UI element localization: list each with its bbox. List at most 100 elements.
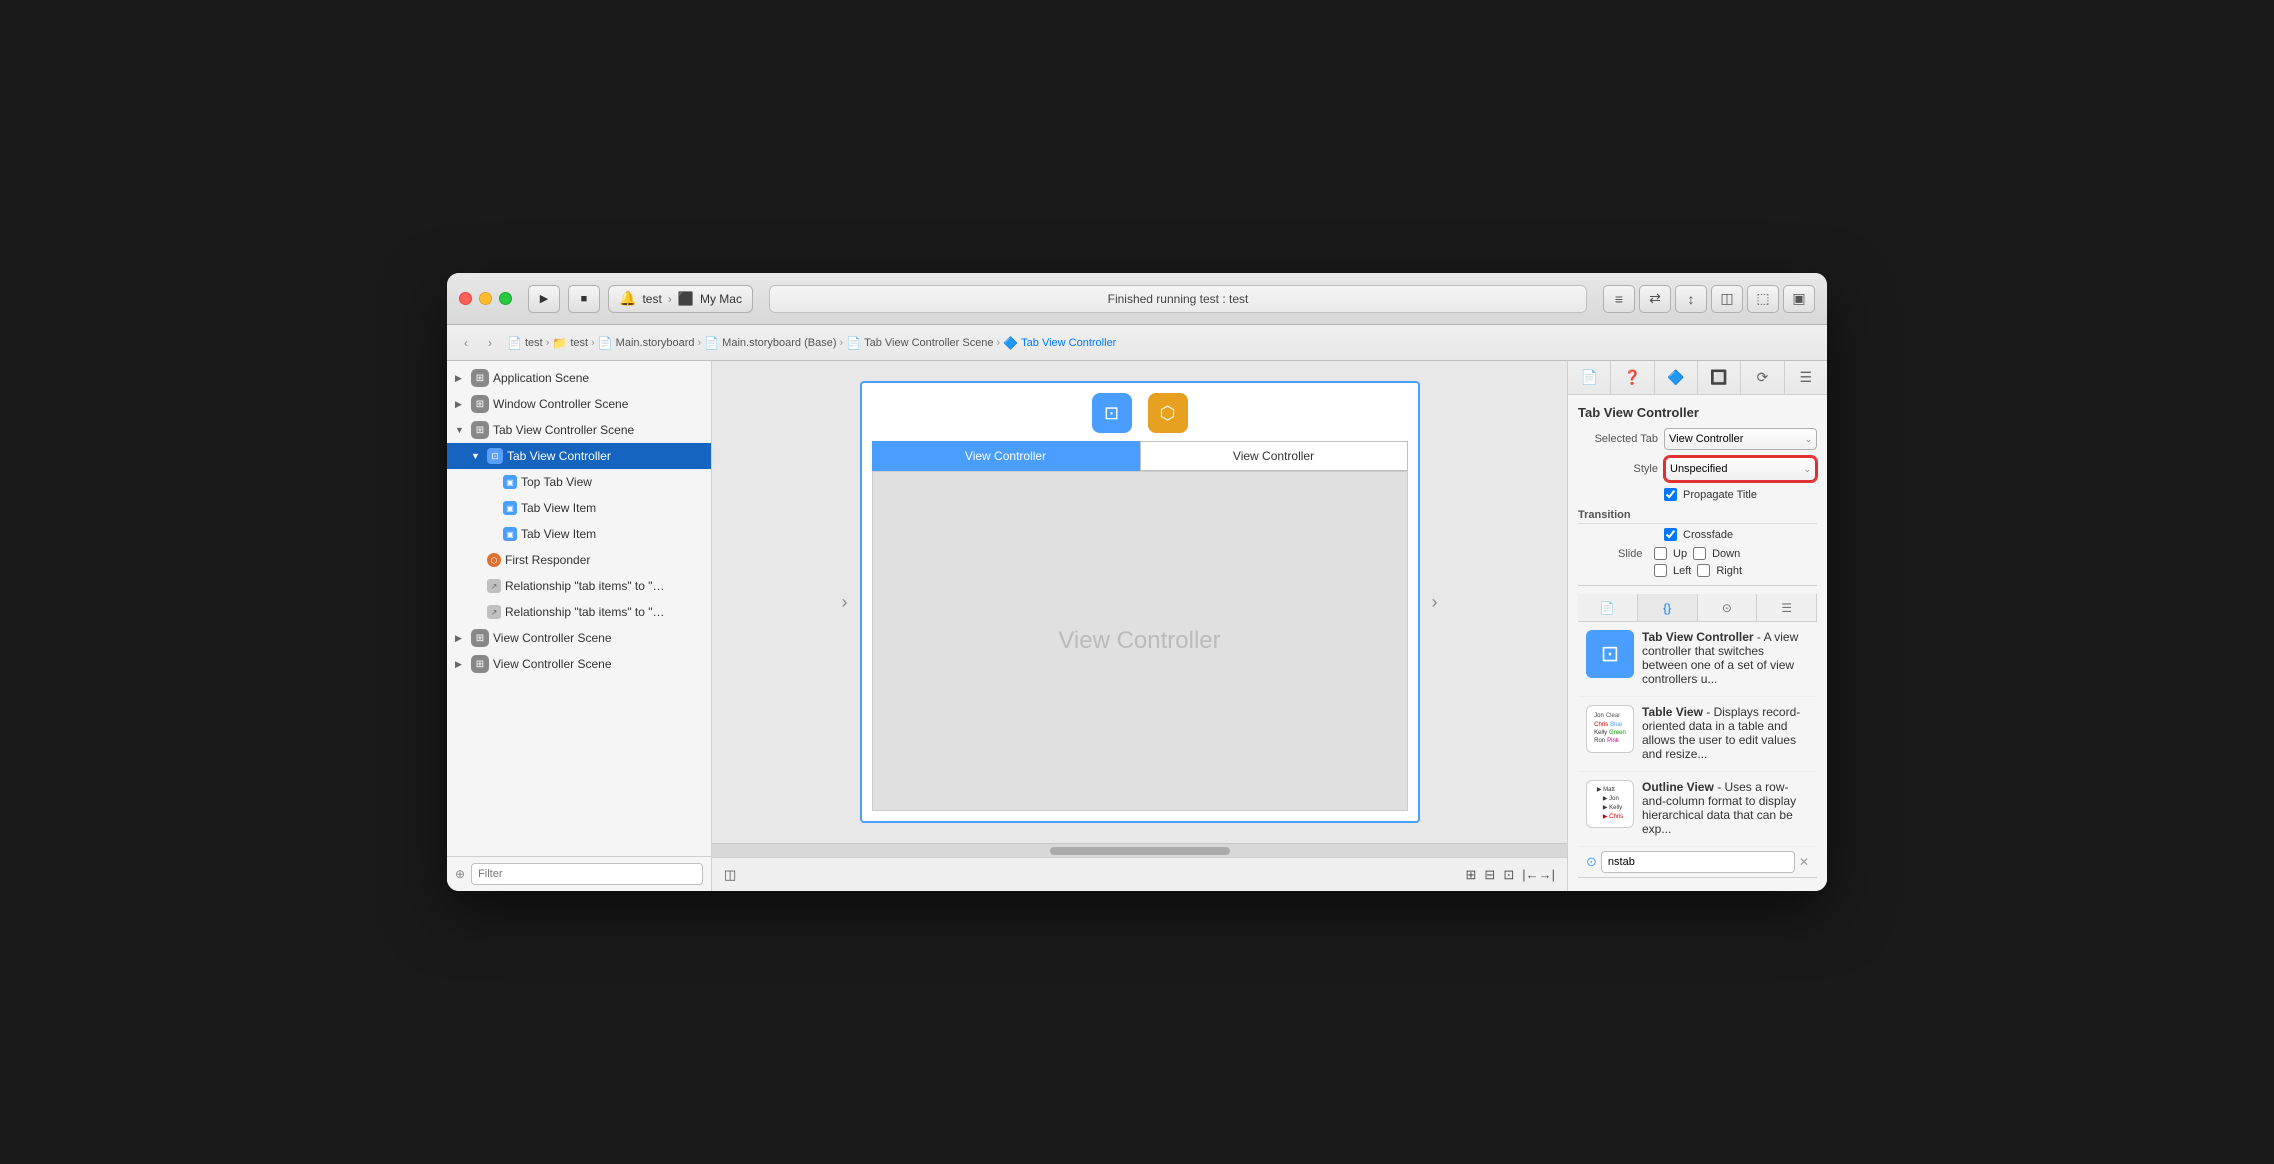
insp-tab-connections[interactable]: ⟳: [1741, 361, 1784, 394]
scheme-selector[interactable]: 🔔 test › ⬛ My Mac: [608, 285, 753, 313]
canvas-scrollbar[interactable]: [712, 843, 1567, 857]
sidebar-item-relationship-2[interactable]: ▶ ↗ Relationship "tab items" to "View...: [447, 599, 711, 625]
breadcrumb-item-0[interactable]: 📄 test: [507, 336, 543, 350]
play-button[interactable]: ▶: [528, 285, 560, 313]
zoom-fit-btn[interactable]: ⊡: [1503, 867, 1514, 883]
editor-standard-button[interactable]: ≡: [1603, 285, 1635, 313]
inspector-title: Tab View Controller: [1578, 405, 1817, 420]
insp-tab-file[interactable]: 📄: [1568, 361, 1611, 394]
propagate-title-checkbox[interactable]: [1664, 488, 1677, 501]
sidebar-item-first-responder[interactable]: ▶ ⬡ First Responder: [447, 547, 711, 573]
scrollbar-thumb[interactable]: [1050, 847, 1230, 855]
sidebar-item-relationship-1[interactable]: ▶ ↗ Relationship "tab items" to "View...: [447, 573, 711, 599]
scene-tab-ctrl-icon[interactable]: ⊡: [1092, 393, 1132, 433]
main-content: ▶ ⊞ Application Scene ▶ ⊞ Window Control…: [447, 361, 1827, 891]
show-document-btn[interactable]: |←→|: [1522, 867, 1555, 883]
rel-icon-1: ↗: [487, 579, 501, 593]
canvas-area: › ⊡ ⬡ View Controller: [712, 361, 1567, 891]
right-checkbox[interactable]: [1697, 564, 1710, 577]
lib-tab-list[interactable]: ☰: [1757, 594, 1817, 621]
style-row: Style Unspecified ⌄: [1578, 456, 1817, 482]
library-search: ⊙ ✕: [1578, 847, 1817, 878]
tab-btn-2[interactable]: View Controller: [1140, 441, 1408, 471]
insp-tab-bindings[interactable]: ☰: [1785, 361, 1827, 394]
down-checkbox[interactable]: [1693, 547, 1706, 560]
style-label: Style: [1578, 463, 1658, 475]
slide-row: Slide Up Down: [1578, 547, 1817, 560]
editor-assistant-button[interactable]: ⇄: [1639, 285, 1671, 313]
insp-tab-attributes[interactable]: 🔷: [1655, 361, 1698, 394]
lib-search-clear[interactable]: ✕: [1799, 855, 1809, 869]
breadcrumb-bar: ‹ › 📄 test › 📁 test › 📄 Main.storyboard …: [447, 325, 1827, 361]
fit-width-btn[interactable]: ⊞: [1466, 867, 1477, 883]
style-select[interactable]: Unspecified ⌄: [1664, 456, 1817, 482]
lib-item-tab-view-ctrl[interactable]: ⊡ Tab View Controller - A view controlle…: [1578, 622, 1817, 697]
breadcrumb-item-5[interactable]: 🔷 Tab View Controller: [1003, 336, 1116, 350]
tab-item-icon-1: ▣: [503, 501, 517, 515]
insp-tab-help[interactable]: ❓: [1611, 361, 1654, 394]
close-button[interactable]: [459, 292, 472, 305]
lib-item-table-title: Table View - Displays record-oriented da…: [1642, 705, 1809, 761]
sidebar-item-view-ctrl-scene-2[interactable]: ▶ ⊞ View Controller Scene: [447, 651, 711, 677]
propagate-title-row: Propagate Title: [1578, 488, 1817, 501]
tab-bar: View Controller View Controller: [872, 441, 1408, 471]
nav-back-button[interactable]: ‹: [455, 332, 477, 354]
lib-tab-object[interactable]: ⊙: [1698, 594, 1758, 621]
sidebar-item-window-ctrl-scene[interactable]: ▶ ⊞ Window Controller Scene: [447, 391, 711, 417]
left-checkbox[interactable]: [1654, 564, 1667, 577]
lib-item-tvc-title: Tab View Controller - A view controller …: [1642, 630, 1809, 686]
breadcrumb-item-3[interactable]: 📄 Main.storyboard (Base): [704, 336, 836, 350]
tab-btn-1[interactable]: View Controller: [872, 441, 1140, 471]
breadcrumb-item-2[interactable]: 📄 Main.storyboard: [598, 336, 695, 350]
lib-tab-code[interactable]: {}: [1638, 594, 1698, 621]
crossfade-row: Crossfade: [1578, 528, 1817, 541]
selected-tab-select[interactable]: View Controller ⌄: [1664, 428, 1817, 450]
stop-button[interactable]: ■: [568, 285, 600, 313]
sidebar-item-tab-view-item-1[interactable]: ▶ ▣ Tab View Item: [447, 495, 711, 521]
up-checkbox[interactable]: [1654, 547, 1667, 560]
nav-forward-button[interactable]: ›: [479, 332, 501, 354]
breadcrumb-item-1[interactable]: 📁 test: [552, 336, 588, 350]
crossfade-label: Crossfade: [1683, 529, 1733, 541]
tab-item-icon-2: ▣: [503, 527, 517, 541]
insp-tab-size[interactable]: 🔲: [1698, 361, 1741, 394]
maximize-button[interactable]: [499, 292, 512, 305]
view-icon: ▣: [503, 475, 517, 489]
sidebar-item-view-ctrl-scene-1[interactable]: ▶ ⊞ View Controller Scene: [447, 625, 711, 651]
canvas-right-arrow: ›: [1432, 592, 1438, 613]
minimize-button[interactable]: [479, 292, 492, 305]
toolbar-right-buttons: ≡ ⇄ ↕ ◫ ⬚ ▣: [1603, 285, 1815, 313]
right-label: Right: [1716, 565, 1742, 577]
lib-tab-file[interactable]: 📄: [1578, 594, 1638, 621]
toggle-left-panel-btn[interactable]: ◫: [724, 867, 736, 883]
hide-navigator-button[interactable]: ◫: [1711, 285, 1743, 313]
sidebar-item-tab-view-ctrl[interactable]: ▼ ⊡ Tab View Controller: [447, 443, 711, 469]
fit-page-btn[interactable]: ⊟: [1484, 867, 1495, 883]
breadcrumb-item-4[interactable]: 📄 Tab View Controller Scene: [846, 336, 993, 350]
crossfade-checkbox[interactable]: [1664, 528, 1677, 541]
lib-item-outline-view[interactable]: ▶ Matt ▶ Jon ▶ Kelly ▶ Chris Outline Vie…: [1578, 772, 1817, 847]
lib-search-input[interactable]: [1601, 851, 1795, 873]
hide-inspector-button[interactable]: ▣: [1783, 285, 1815, 313]
filter-input[interactable]: [471, 863, 703, 885]
hide-debug-button[interactable]: ⬚: [1747, 285, 1779, 313]
editor-version-button[interactable]: ↕: [1675, 285, 1707, 313]
selected-tab-label: Selected Tab: [1578, 433, 1658, 445]
scene-obj-icon[interactable]: ⬡: [1148, 393, 1188, 433]
lib-item-table-view[interactable]: JonClear ChrisBlue KellyGreen RonPink Ta…: [1578, 697, 1817, 772]
sidebar-item-app-scene[interactable]: ▶ ⊞ Application Scene: [447, 365, 711, 391]
lib-item-outline-title: Outline View - Uses a row-and-column for…: [1642, 780, 1809, 836]
tree-arrow-open: ▼: [455, 425, 467, 435]
sidebar-item-top-tab-view[interactable]: ▶ ▣ Top Tab View: [447, 469, 711, 495]
left-label: Left: [1673, 565, 1691, 577]
sidebar-content: ▶ ⊞ Application Scene ▶ ⊞ Window Control…: [447, 361, 711, 856]
storyboard-scene: ⊡ ⬡ View Controller View Controller: [860, 381, 1420, 823]
sidebar-item-tab-view-item-2[interactable]: ▶ ▣ Tab View Item: [447, 521, 711, 547]
status-bar: Finished running test : test: [769, 285, 1587, 313]
right-panel: 📄 ❓ 🔷 🔲 ⟳ ☰ Tab View Controller Selected…: [1567, 361, 1827, 891]
sidebar-filter: ⊕: [447, 856, 711, 891]
sidebar-item-tab-view-scene[interactable]: ▼ ⊞ Tab View Controller Scene: [447, 417, 711, 443]
responder-icon: ⬡: [487, 553, 501, 567]
canvas-bottom-bar: ◫ ⊞ ⊟ ⊡ |←→|: [712, 857, 1567, 891]
canvas-scroll[interactable]: › ⊡ ⬡ View Controller: [712, 361, 1567, 843]
